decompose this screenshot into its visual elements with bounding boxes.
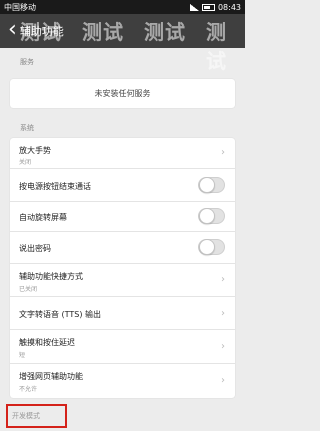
list-item-label: 自动旋转屏幕 bbox=[19, 213, 67, 222]
list-item-sublabel: 短 bbox=[19, 352, 26, 359]
watermark: 测试 bbox=[144, 20, 186, 44]
list-item-power-button-ends-call[interactable]: 按电源按钮结束通话 bbox=[10, 169, 235, 202]
chevron-right-icon: › bbox=[221, 308, 225, 319]
list-item-enhance-web-accessibility[interactable]: 增强网页辅助功能 不允许 › bbox=[10, 364, 235, 398]
power-button-ends-call-toggle[interactable] bbox=[198, 177, 225, 193]
status-bar: 中国移动 08:43 bbox=[0, 0, 245, 14]
list-item-label: 触摸和按住延迟 bbox=[19, 338, 75, 347]
list-item-sublabel: 不允许 bbox=[19, 386, 38, 393]
auto-rotate-toggle[interactable] bbox=[198, 208, 225, 224]
watermark: 测试 bbox=[82, 20, 124, 44]
chevron-right-icon: › bbox=[221, 147, 225, 158]
back-arrow-icon[interactable]: ‹ bbox=[0, 19, 20, 43]
list-item-label: 辅助功能快捷方式 bbox=[19, 272, 83, 281]
list-item-sublabel: 已关闭 bbox=[19, 286, 38, 293]
services-section-label: 服务 bbox=[20, 58, 34, 66]
list-item-label: 增强网页辅助功能 bbox=[19, 372, 83, 381]
chevron-right-icon: › bbox=[221, 375, 225, 386]
list-item-magnification-gestures[interactable]: 放大手势 关闭 › bbox=[10, 138, 235, 169]
list-item-auto-rotate-screen[interactable]: 自动旋转屏幕 bbox=[10, 202, 235, 232]
battery-icon bbox=[201, 3, 215, 11]
watermark: 测试 bbox=[206, 20, 227, 73]
chevron-right-icon: › bbox=[221, 341, 225, 352]
highlight-box bbox=[6, 404, 67, 428]
list-item-touch-hold-delay[interactable]: 触摸和按住延迟 短 › bbox=[10, 330, 235, 364]
clock: 08:43 bbox=[217, 2, 241, 12]
speak-passwords-toggle[interactable] bbox=[198, 239, 225, 255]
watermark: 测试 bbox=[20, 20, 62, 44]
list-item-label: 说出密码 bbox=[19, 244, 51, 253]
list-item-accessibility-shortcut[interactable]: 辅助功能快捷方式 已关闭 › bbox=[10, 264, 235, 297]
system-section-label: 系统 bbox=[20, 124, 34, 132]
no-services-text: 未安装任何服务 bbox=[94, 89, 151, 98]
signal-icon bbox=[189, 3, 199, 11]
list-item-sublabel: 关闭 bbox=[19, 159, 32, 166]
list-item-label: 按电源按钮结束通话 bbox=[19, 182, 91, 191]
services-card: 未安装任何服务 bbox=[10, 79, 235, 108]
list-item-tts-output[interactable]: 文字转语音 (TTS) 输出 › bbox=[10, 297, 235, 330]
list-item-label: 文字转语音 (TTS) 输出 bbox=[19, 310, 102, 319]
system-settings-list: 放大手势 关闭 › 按电源按钮结束通话 自动旋转屏幕 说出密码 辅助功能快捷方式… bbox=[10, 138, 235, 398]
chevron-right-icon: › bbox=[221, 274, 225, 285]
list-item-speak-passwords[interactable]: 说出密码 bbox=[10, 232, 235, 264]
carrier-name: 中国移动 bbox=[4, 2, 36, 12]
list-item-label: 放大手势 bbox=[19, 146, 51, 155]
